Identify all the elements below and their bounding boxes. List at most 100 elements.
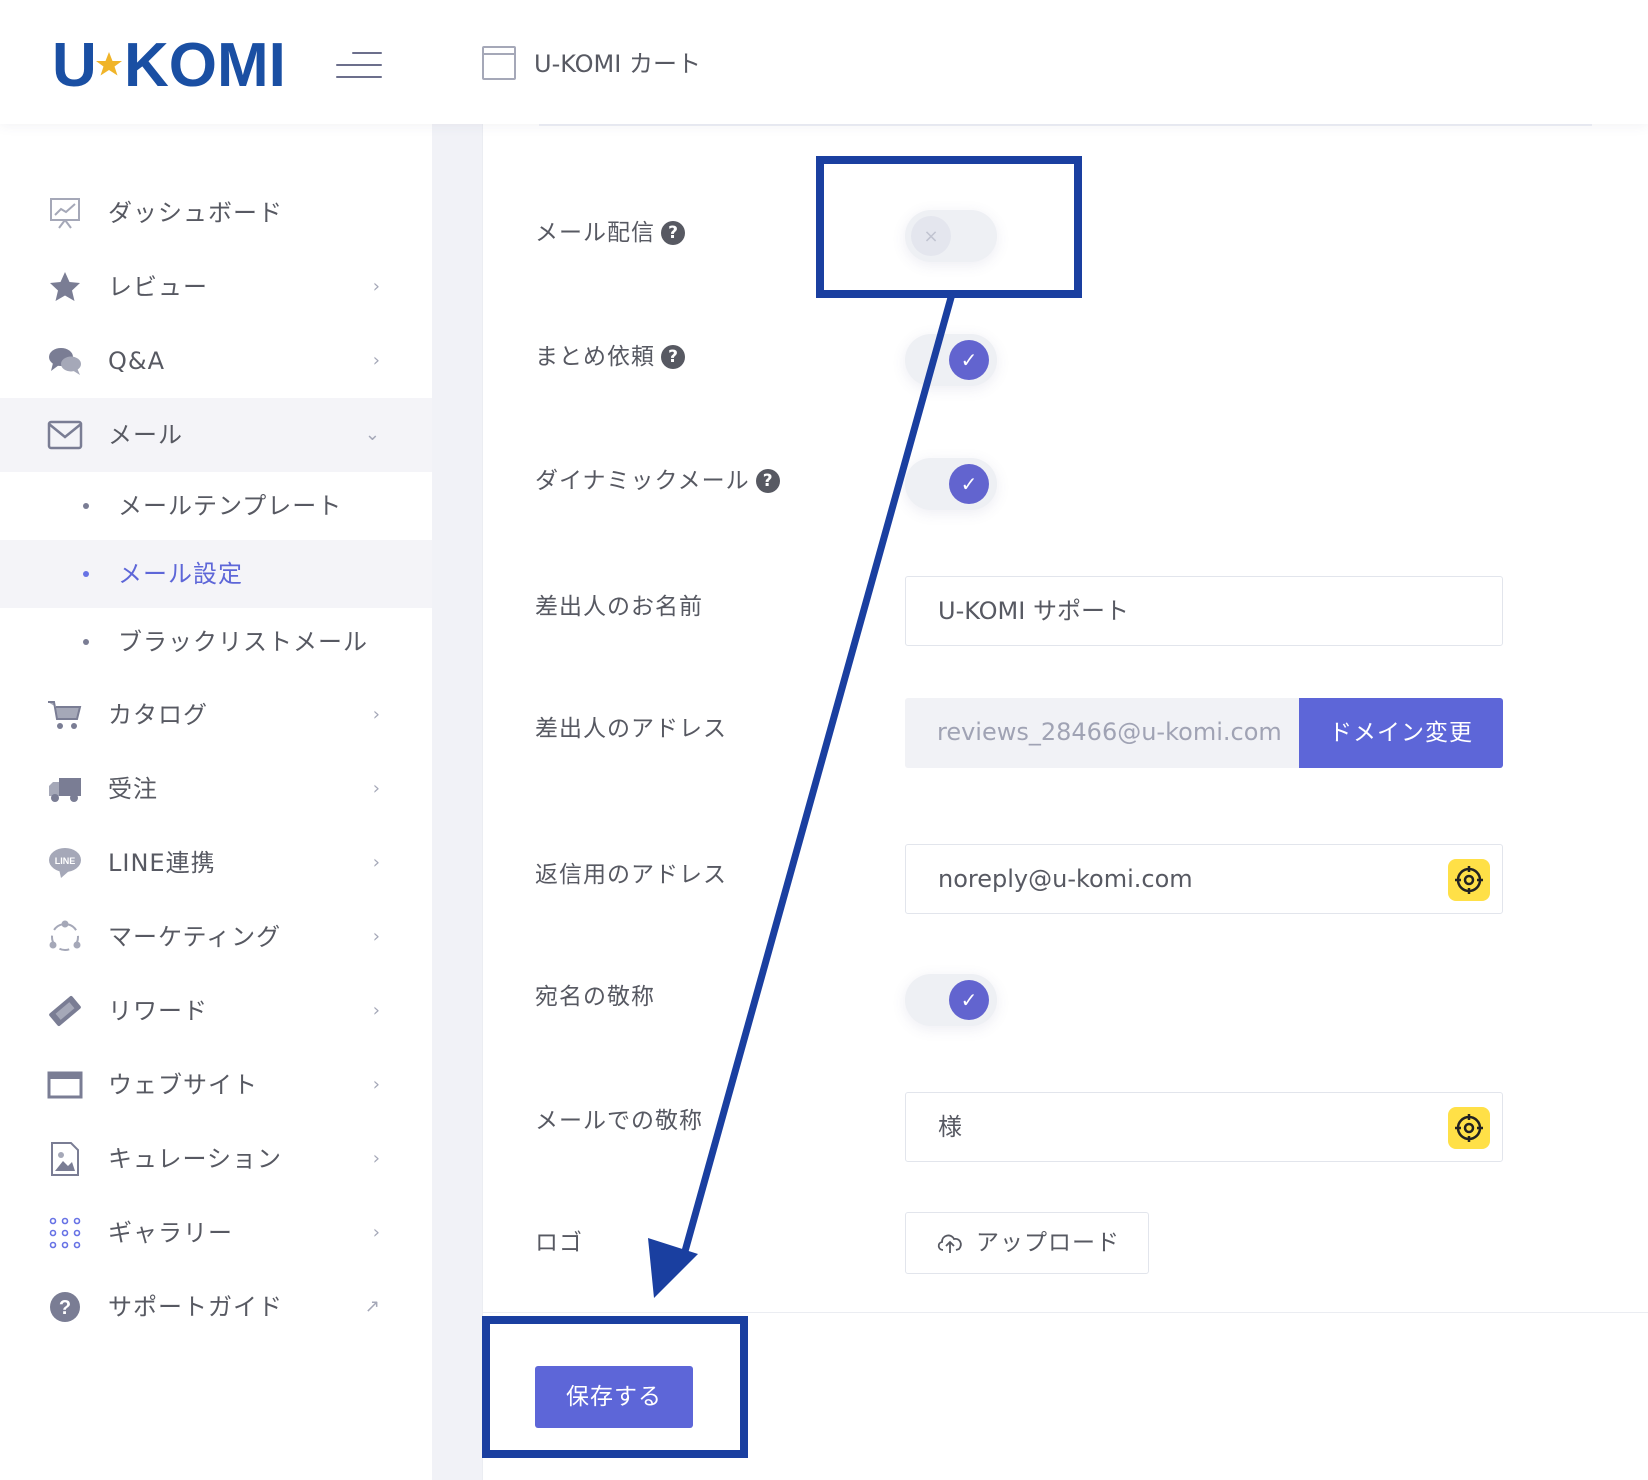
svg-text:U: U bbox=[52, 31, 97, 98]
target-icon[interactable] bbox=[1448, 859, 1490, 901]
chevron-right-icon: › bbox=[372, 778, 380, 799]
reply-address-label: 返信用のアドレス bbox=[535, 858, 727, 892]
chevron-right-icon: › bbox=[372, 1000, 380, 1021]
image-file-icon bbox=[46, 1140, 84, 1178]
top-header: U KOMI U-KOMI カート bbox=[0, 0, 1648, 124]
sidebar-item-label: 受注 bbox=[108, 775, 158, 803]
chevron-right-icon: › bbox=[372, 926, 380, 947]
sidebar-item-marketing[interactable]: マーケティング › bbox=[0, 900, 432, 974]
chevron-right-icon: › bbox=[372, 276, 380, 297]
sidebar-item-website[interactable]: ウェブサイト › bbox=[0, 1048, 432, 1122]
envelope-icon bbox=[46, 416, 84, 454]
summary-request-text: まとめ依頼 bbox=[535, 344, 655, 370]
sidebar-item-support-guide[interactable]: ? サポートガイド ↗ bbox=[0, 1270, 432, 1344]
sidebar-item-label: メール bbox=[108, 421, 183, 449]
sidebar-subitem-mail-template[interactable]: メールテンプレート bbox=[0, 472, 432, 540]
sidebar-item-label: キュレーション bbox=[108, 1145, 283, 1173]
u-komi-logo[interactable]: U KOMI bbox=[52, 28, 302, 98]
cart-icon bbox=[46, 696, 84, 734]
sender-name-value: U-KOMI サポート bbox=[938, 597, 1129, 625]
divider bbox=[483, 1312, 1648, 1313]
sidebar-item-mail[interactable]: メール ⌄ bbox=[0, 398, 432, 472]
dynamic-mail-label: ダイナミックメール ? bbox=[535, 464, 780, 498]
reply-address-value: noreply@u-komi.com bbox=[938, 865, 1193, 893]
sidebar-item-line[interactable]: LINE LINE連携 › bbox=[0, 826, 432, 900]
mail-honorific-label: メールでの敬称 bbox=[535, 1104, 703, 1138]
sidebar-item-label: LINE連携 bbox=[108, 849, 216, 877]
change-domain-button[interactable]: ドメイン変更 bbox=[1299, 698, 1503, 768]
question-circle-icon: ? bbox=[46, 1288, 84, 1326]
sidebar-item-label: ウェブサイト bbox=[108, 1071, 258, 1099]
sidebar-item-curation[interactable]: キュレーション › bbox=[0, 1122, 432, 1196]
ticket-icon bbox=[46, 992, 84, 1030]
sidebar-item-catalog[interactable]: カタログ › bbox=[0, 678, 432, 752]
target-icon[interactable] bbox=[1448, 1107, 1490, 1149]
sidebar-item-label: レビュー bbox=[108, 273, 208, 301]
sidebar-item-label: ギャラリー bbox=[108, 1219, 233, 1247]
sidebar-item-label: サポートガイド bbox=[108, 1293, 283, 1321]
mail-delivery-text: メール配信 bbox=[535, 220, 655, 246]
hamburger-icon[interactable] bbox=[336, 50, 382, 80]
svg-text:?: ? bbox=[59, 1297, 71, 1319]
help-icon[interactable]: ? bbox=[755, 469, 780, 493]
dots-grid-icon bbox=[46, 1214, 84, 1252]
mail-delivery-toggle[interactable]: × bbox=[905, 210, 997, 262]
upload-button-label: アップロード bbox=[976, 1230, 1120, 1256]
sidebar-item-label: リワード bbox=[108, 997, 208, 1025]
sidebar-subitem-blacklist-mail[interactable]: ブラックリストメール bbox=[0, 608, 432, 676]
sidebar-item-label: カタログ bbox=[108, 701, 208, 729]
sidebar-subitem-label: メール設定 bbox=[118, 560, 243, 588]
sender-address-label: 差出人のアドレス bbox=[535, 712, 727, 746]
help-icon[interactable]: ? bbox=[661, 221, 685, 245]
toggle-off-icon: × bbox=[911, 216, 951, 256]
dynamic-mail-toggle[interactable]: ✓ bbox=[905, 458, 997, 510]
network-icon bbox=[46, 918, 84, 956]
logo-text: ロゴ bbox=[535, 1230, 583, 1256]
sidebar-item-label: マーケティング bbox=[108, 923, 282, 951]
check-icon: ✓ bbox=[949, 464, 989, 504]
summary-request-toggle[interactable]: ✓ bbox=[905, 334, 997, 386]
chat-bubbles-icon bbox=[46, 342, 84, 380]
truck-icon bbox=[46, 770, 84, 808]
sender-address-field: reviews_28466@u-komi.com bbox=[905, 698, 1299, 768]
sidebar-item-orders[interactable]: 受注 › bbox=[0, 752, 432, 826]
mail-settings-panel: メール配信 ? × まとめ依頼 ? ✓ ダイナミックメール ? ✓ 差出人のお名… bbox=[482, 124, 1648, 1480]
dynamic-mail-text: ダイナミックメール bbox=[535, 468, 750, 494]
sidebar-item-dashboard[interactable]: ダッシュボード bbox=[0, 176, 432, 250]
chevron-right-icon: › bbox=[372, 1222, 380, 1243]
line-icon: LINE bbox=[46, 844, 84, 882]
sidebar-item-reward[interactable]: リワード › bbox=[0, 974, 432, 1048]
browser-icon bbox=[46, 1066, 84, 1104]
check-icon: ✓ bbox=[949, 980, 989, 1020]
chevron-right-icon: › bbox=[372, 1148, 380, 1169]
divider bbox=[539, 124, 1592, 126]
star-icon bbox=[46, 268, 84, 306]
upload-button[interactable]: アップロード bbox=[905, 1212, 1149, 1274]
sidebar: ダッシュボード レビュー › Q&A › メール ⌄ メールテンプレート メール… bbox=[0, 124, 432, 1480]
reply-address-input[interactable]: noreply@u-komi.com bbox=[905, 844, 1503, 914]
save-button[interactable]: 保存する bbox=[535, 1366, 693, 1428]
check-icon: ✓ bbox=[949, 340, 989, 380]
bullet-dot-icon bbox=[83, 571, 89, 577]
sidebar-item-qa[interactable]: Q&A › bbox=[0, 324, 432, 398]
svg-text:LINE: LINE bbox=[55, 856, 76, 866]
mail-honorific-input[interactable]: 様 bbox=[905, 1092, 1503, 1162]
recipient-honorific-toggle[interactable]: ✓ bbox=[905, 974, 997, 1026]
sidebar-item-review[interactable]: レビュー › bbox=[0, 250, 432, 324]
recipient-honorific-label: 宛名の敬称 bbox=[535, 980, 655, 1014]
sender-name-input[interactable]: U-KOMI サポート bbox=[905, 576, 1503, 646]
chevron-right-icon: › bbox=[372, 704, 380, 725]
sidebar-subitem-mail-settings[interactable]: メール設定 bbox=[0, 540, 432, 608]
mail-honorific-value: 様 bbox=[938, 1113, 962, 1141]
summary-request-label: まとめ依頼 ? bbox=[535, 340, 685, 374]
window-icon bbox=[482, 46, 516, 80]
sender-name-label: 差出人のお名前 bbox=[535, 590, 703, 624]
sidebar-item-gallery[interactable]: ギャラリー › bbox=[0, 1196, 432, 1270]
page-title: U-KOMI カート bbox=[534, 50, 701, 78]
sidebar-item-label: Q&A bbox=[108, 347, 166, 375]
chevron-down-icon: ⌄ bbox=[364, 424, 380, 445]
bullet-dot-icon bbox=[83, 503, 89, 509]
help-icon[interactable]: ? bbox=[661, 345, 685, 369]
reply-address-text: 返信用のアドレス bbox=[535, 862, 727, 888]
external-link-icon: ↗ bbox=[364, 1296, 380, 1317]
